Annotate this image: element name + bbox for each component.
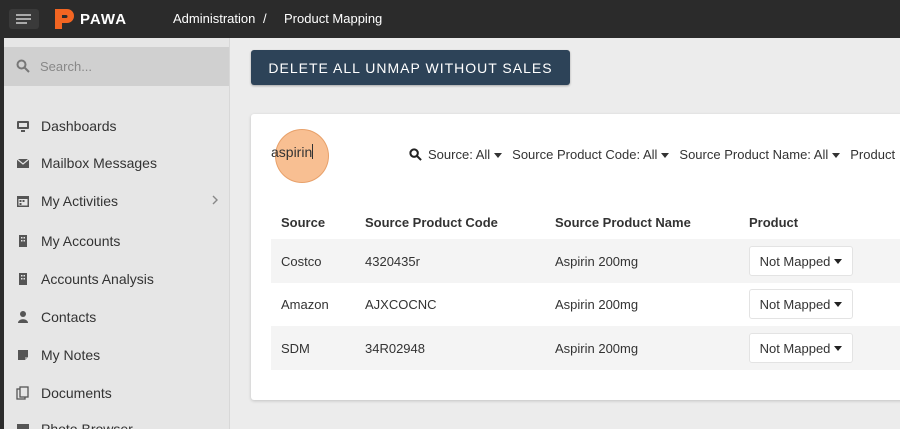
delete-all-unmap-button[interactable]: DELETE ALL UNMAP WITHOUT SALES — [251, 50, 570, 85]
filter-code-label: Source Product Code: All — [512, 147, 658, 162]
breadcrumb-product-mapping: Product Mapping — [284, 11, 383, 26]
cell-code: 4320435r — [365, 254, 420, 269]
filter-name-label: Source Product Name: All — [679, 147, 829, 162]
cell-name: Aspirin 200mg — [555, 297, 639, 312]
filter-source-label: Source: All — [428, 147, 491, 162]
mapping-card: aspirin Source: All Source Product Code: … — [251, 114, 900, 400]
sidebar-item-documents[interactable]: Documents — [4, 378, 229, 408]
envelope-icon — [16, 158, 30, 168]
sidebar-item-dashboards[interactable]: Dashboards — [4, 111, 229, 141]
product-mapping-value: Not Mapped — [759, 340, 831, 356]
sidebar-item-label: Photo Browser — [41, 421, 133, 429]
filter-source-dropdown[interactable]: Source: All — [428, 147, 503, 162]
caret-down-icon — [834, 345, 843, 351]
cell-source: SDM — [281, 341, 310, 356]
filter-product-dropdown[interactable]: Product — [850, 147, 895, 162]
cell-name: Aspirin 200mg — [555, 341, 639, 356]
sidebar-item-my-activities[interactable]: My Activities — [4, 186, 229, 216]
cell-source: Costco — [281, 254, 322, 269]
filter-bar: Source: All Source Product Code: All Sourc… — [409, 147, 900, 162]
search-placeholder: Search... — [40, 59, 93, 74]
sidebar-item-label: Dashboards — [41, 118, 117, 134]
top-bar: PAWA Administration / Product Mapping — [0, 0, 900, 38]
caret-down-icon — [832, 153, 841, 159]
product-mapping-value: Not Mapped — [759, 296, 831, 312]
photo-icon — [17, 424, 29, 429]
sidebar-item-label: Contacts — [41, 309, 97, 325]
product-mapping-value: Not Mapped — [759, 253, 831, 269]
column-header-source[interactable]: Source — [281, 215, 325, 230]
monitor-icon — [17, 121, 29, 132]
user-icon — [18, 311, 28, 323]
table-row: Amazon AJXCOCNC Aspirin 200mg Not Mapped — [271, 282, 900, 326]
sidebar-item-mailbox-messages[interactable]: Mailbox Messages — [4, 148, 229, 178]
text-cursor — [312, 144, 314, 159]
search-icon — [16, 59, 30, 73]
cell-source: Amazon — [281, 297, 329, 312]
note-icon — [18, 350, 28, 360]
table-row: SDM 34R02948 Aspirin 200mg Not Mapped — [271, 326, 900, 370]
filter-input-value: aspirin — [271, 144, 313, 160]
chevron-right-icon — [212, 195, 218, 205]
product-mapping-dropdown[interactable]: Not Mapped — [749, 246, 853, 276]
building-icon — [19, 235, 27, 247]
calendar-icon — [17, 196, 29, 207]
sidebar-item-photo-browser[interactable]: Photo Browser — [4, 414, 229, 429]
cell-name: Aspirin 200mg — [555, 254, 639, 269]
column-header-source-product-name[interactable]: Source Product Name — [555, 215, 691, 230]
caret-down-icon — [834, 258, 843, 264]
sidebar-item-label: Accounts Analysis — [41, 271, 154, 287]
table-row: Costco 4320435r Aspirin 200mg Not Mapped — [271, 239, 900, 283]
caret-down-icon — [834, 301, 843, 307]
column-header-product[interactable]: Product — [749, 215, 798, 230]
filter-product-label: Product — [850, 147, 896, 162]
filter-source-product-name-dropdown[interactable]: Source Product Name: All — [679, 147, 841, 162]
building-icon — [19, 273, 27, 285]
caret-down-icon — [661, 153, 670, 159]
logo-text: PAWA — [80, 10, 128, 28]
sidebar-item-label: Mailbox Messages — [41, 155, 157, 171]
product-filter-input[interactable]: aspirin — [271, 144, 391, 166]
product-mapping-dropdown[interactable]: Not Mapped — [749, 289, 853, 319]
product-mapping-dropdown[interactable]: Not Mapped — [749, 333, 853, 363]
pawa-logo-icon — [55, 9, 74, 29]
sidebar: Search... Dashboards Mailbox Messages My… — [0, 38, 230, 429]
sidebar-item-label: Documents — [41, 385, 112, 401]
sidebar-item-label: My Accounts — [41, 233, 121, 249]
app-logo[interactable]: PAWA — [53, 7, 127, 31]
main-content: DELETE ALL UNMAP WITHOUT SALES aspirin S… — [231, 38, 900, 429]
breadcrumb-separator: / — [263, 11, 267, 26]
sidebar-edge — [0, 38, 4, 429]
search-icon — [409, 148, 422, 161]
sidebar-item-my-accounts[interactable]: My Accounts — [4, 226, 229, 256]
cell-code: 34R02948 — [365, 341, 425, 356]
sidebar-item-accounts-analysis[interactable]: Accounts Analysis — [4, 264, 229, 294]
column-header-source-product-code[interactable]: Source Product Code — [365, 215, 498, 230]
sidebar-item-label: My Notes — [41, 347, 101, 363]
sidebar-search-input[interactable]: Search... — [4, 47, 229, 86]
documents-icon — [16, 386, 29, 400]
sidebar-item-my-notes[interactable]: My Notes — [4, 340, 229, 370]
sidebar-item-label: My Activities — [41, 193, 119, 209]
sidebar-item-contacts[interactable]: Contacts — [4, 302, 229, 332]
breadcrumb-administration[interactable]: Administration — [173, 11, 255, 26]
hamburger-menu-button[interactable] — [9, 9, 39, 29]
caret-down-icon — [494, 153, 503, 159]
cell-code: AJXCOCNC — [365, 297, 437, 312]
filter-source-product-code-dropdown[interactable]: Source Product Code: All — [512, 147, 670, 162]
